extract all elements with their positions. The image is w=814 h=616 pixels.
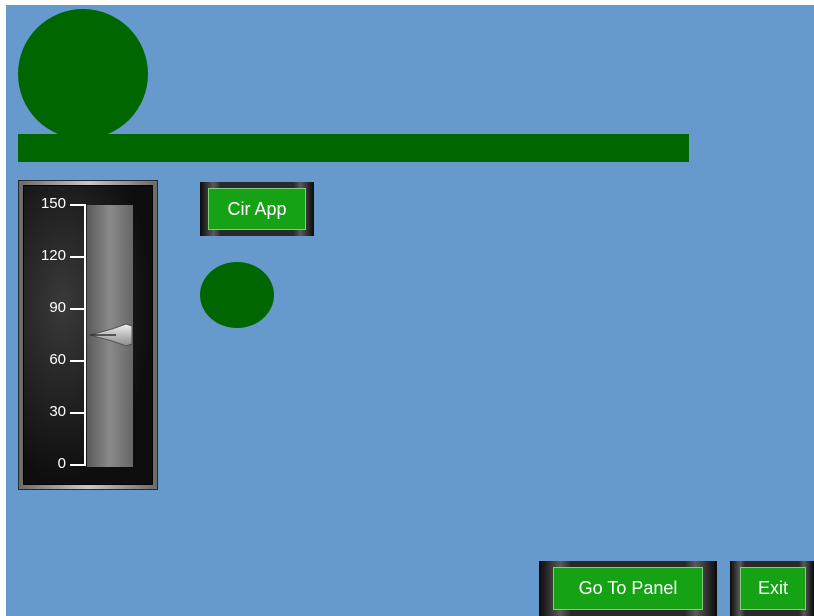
tick-label: 90: [49, 299, 66, 316]
tick-mark: [70, 204, 86, 206]
tick-mark: [70, 464, 86, 466]
go-to-panel-button[interactable]: Go To Panel: [539, 561, 717, 616]
slider-thumb[interactable]: [86, 320, 134, 350]
tick-label: 0: [57, 455, 66, 472]
tick-mark: [70, 412, 86, 414]
green-bar: [18, 134, 689, 162]
slider-face: 150 120 90 60 30 0: [23, 185, 153, 485]
tick-mark: [70, 360, 86, 362]
tick-label: 150: [40, 195, 66, 212]
tick-label: 120: [40, 247, 66, 264]
exit-button-label: Exit: [740, 567, 806, 610]
tick-label: 30: [49, 403, 66, 420]
hmi-screen: 150 120 90 60 30 0 Cir App Go To Panel E…: [6, 5, 814, 616]
small-green-circle: [200, 262, 274, 328]
tick-mark: [70, 256, 86, 258]
go-to-panel-button-label: Go To Panel: [553, 567, 703, 610]
vertical-slider[interactable]: 150 120 90 60 30 0: [18, 180, 158, 490]
cir-app-button-label: Cir App: [208, 188, 306, 230]
tick-label: 60: [49, 351, 66, 368]
cir-app-button[interactable]: Cir App: [200, 182, 314, 236]
slider-scale: 150 120 90 60 30 0: [24, 186, 94, 484]
tick-mark: [70, 308, 86, 310]
large-green-circle: [18, 9, 148, 139]
exit-button[interactable]: Exit: [730, 561, 814, 616]
